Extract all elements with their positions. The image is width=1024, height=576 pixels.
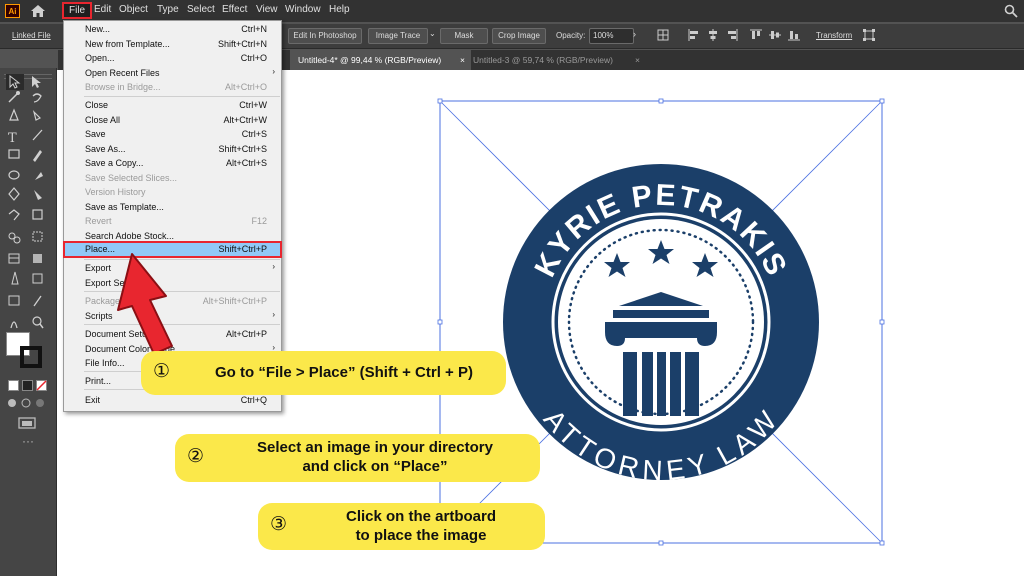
step-3-text-line-2: to place the image xyxy=(355,527,487,544)
menu-item-version-history[interactable]: Version History xyxy=(64,185,281,200)
menu-effect[interactable]: Effect xyxy=(222,4,247,15)
step-3-number: ③ xyxy=(270,514,288,535)
submenu-arrow-icon: › xyxy=(272,66,275,76)
align-middle-icon[interactable] xyxy=(769,29,781,41)
edit-in-photoshop-button[interactable]: Edit In Photoshop xyxy=(288,28,362,44)
menu-item-open-recent[interactable]: Open Recent Files › xyxy=(64,66,281,81)
transform-icon[interactable] xyxy=(863,29,875,41)
align-right-icon[interactable] xyxy=(726,29,738,41)
image-trace-button[interactable]: Image Trace xyxy=(368,28,428,44)
menu-window[interactable]: Window xyxy=(285,4,321,15)
menu-item-open[interactable]: Open... Ctrl+O xyxy=(64,51,281,66)
step-1-callout: ① Go to “File > Place” (Shift + Ctrl + P… xyxy=(141,351,506,395)
stroke-color-swatch[interactable] xyxy=(20,346,42,368)
tab-untitled-3[interactable]: Untitled-3 @ 59,74 % (RGB/Preview) × xyxy=(465,50,646,70)
search-icon[interactable] xyxy=(1004,4,1018,18)
align-top-icon[interactable] xyxy=(750,29,762,41)
step-2-text-line-1: Select an image in your directory xyxy=(257,439,493,456)
menu-item-close-all[interactable]: Close All Alt+Ctrl+W xyxy=(64,113,281,128)
more-tools-icon[interactable]: ··· xyxy=(22,434,34,448)
menu-select[interactable]: Select xyxy=(187,4,215,15)
menu-item-save[interactable]: Save Ctrl+S xyxy=(64,127,281,142)
app-logo: Ai xyxy=(5,4,20,18)
default-colors-icon[interactable] xyxy=(8,380,19,391)
step-1-number: ① xyxy=(153,361,171,382)
home-icon[interactable] xyxy=(30,4,46,18)
mask-button[interactable]: Mask xyxy=(440,28,488,44)
menu-item-save-as-template[interactable]: Save as Template... xyxy=(64,200,281,215)
align-grid-icon[interactable] xyxy=(657,29,669,41)
tab-label: Untitled-3 @ 59,74 % (RGB/Preview) xyxy=(473,55,613,65)
tools-panel: T ··· xyxy=(0,68,57,576)
screen-mode-icon[interactable] xyxy=(18,416,36,430)
chevron-down-icon[interactable]: ⌄ xyxy=(429,29,436,38)
submenu-arrow-icon: › xyxy=(272,309,275,319)
align-center-icon[interactable] xyxy=(707,29,719,41)
menu-bar: Ai File Edit Object Type Select Effect V… xyxy=(0,0,1024,22)
svg-text:T: T xyxy=(8,131,17,146)
menu-item-search-adobe-stock[interactable]: Search Adobe Stock... xyxy=(64,229,281,244)
menu-item-exit[interactable]: Exit Ctrl+Q xyxy=(64,393,281,408)
none-color-icon[interactable] xyxy=(36,380,47,391)
transform-link[interactable]: Transform xyxy=(816,31,852,40)
menu-item-save-as[interactable]: Save As... Shift+Ctrl+S xyxy=(64,142,281,157)
menu-item-browse-in-bridge[interactable]: Browse in Bridge... Alt+Ctrl+O xyxy=(64,80,281,95)
crop-image-button[interactable]: Crop Image xyxy=(492,28,546,44)
draw-mode-icons[interactable] xyxy=(6,396,50,410)
menu-view[interactable]: View xyxy=(256,4,278,15)
step-2-text-line-2: and click on “Place” xyxy=(302,458,448,475)
menu-file[interactable]: File xyxy=(62,2,93,19)
pointer-arrow-icon xyxy=(117,253,173,355)
opacity-field[interactable]: 100% xyxy=(589,28,634,44)
menu-item-revert[interactable]: Revert F12 xyxy=(64,214,281,229)
opacity-arrow-icon[interactable]: › xyxy=(633,29,636,39)
menu-divider xyxy=(84,95,280,97)
menu-item-new[interactable]: New... Ctrl+N xyxy=(64,22,281,37)
step-1-text: Go to “File > Place” (Shift + Ctrl + P) xyxy=(215,364,473,381)
tool-icons[interactable]: T xyxy=(0,72,56,352)
menu-item-save-selected-slices[interactable]: Save Selected Slices... xyxy=(64,171,281,186)
step-2-callout: ② Select an image in your directory and … xyxy=(175,434,540,482)
step-2-number: ② xyxy=(187,446,205,467)
menu-help[interactable]: Help xyxy=(329,4,350,15)
align-bottom-icon[interactable] xyxy=(788,29,800,41)
close-icon[interactable]: × xyxy=(635,50,640,70)
menu-object[interactable]: Object xyxy=(119,4,148,15)
step-3-callout: ③ Click on the artboard to place the ima… xyxy=(258,503,545,550)
opacity-label: Opacity: xyxy=(556,31,586,40)
menu-edit[interactable]: Edit xyxy=(94,4,111,15)
menu-type[interactable]: Type xyxy=(157,4,179,15)
align-left-icon[interactable] xyxy=(688,29,700,41)
tab-label: Untitled-4* @ 99,44 % (RGB/Preview) xyxy=(298,55,442,65)
color-mode-icon[interactable] xyxy=(22,380,33,391)
submenu-arrow-icon: › xyxy=(272,262,275,271)
menu-item-new-from-template[interactable]: New from Template... Shift+Ctrl+N xyxy=(64,37,281,52)
linked-file-link[interactable]: Linked File xyxy=(12,31,51,40)
tab-untitled-4[interactable]: Untitled-4* @ 99,44 % (RGB/Preview) × xyxy=(290,50,471,70)
menu-item-close[interactable]: Close Ctrl+W xyxy=(64,98,281,113)
step-3-text-line-1: Click on the artboard xyxy=(345,508,497,525)
menu-item-save-a-copy[interactable]: Save a Copy... Alt+Ctrl+S xyxy=(64,156,281,171)
